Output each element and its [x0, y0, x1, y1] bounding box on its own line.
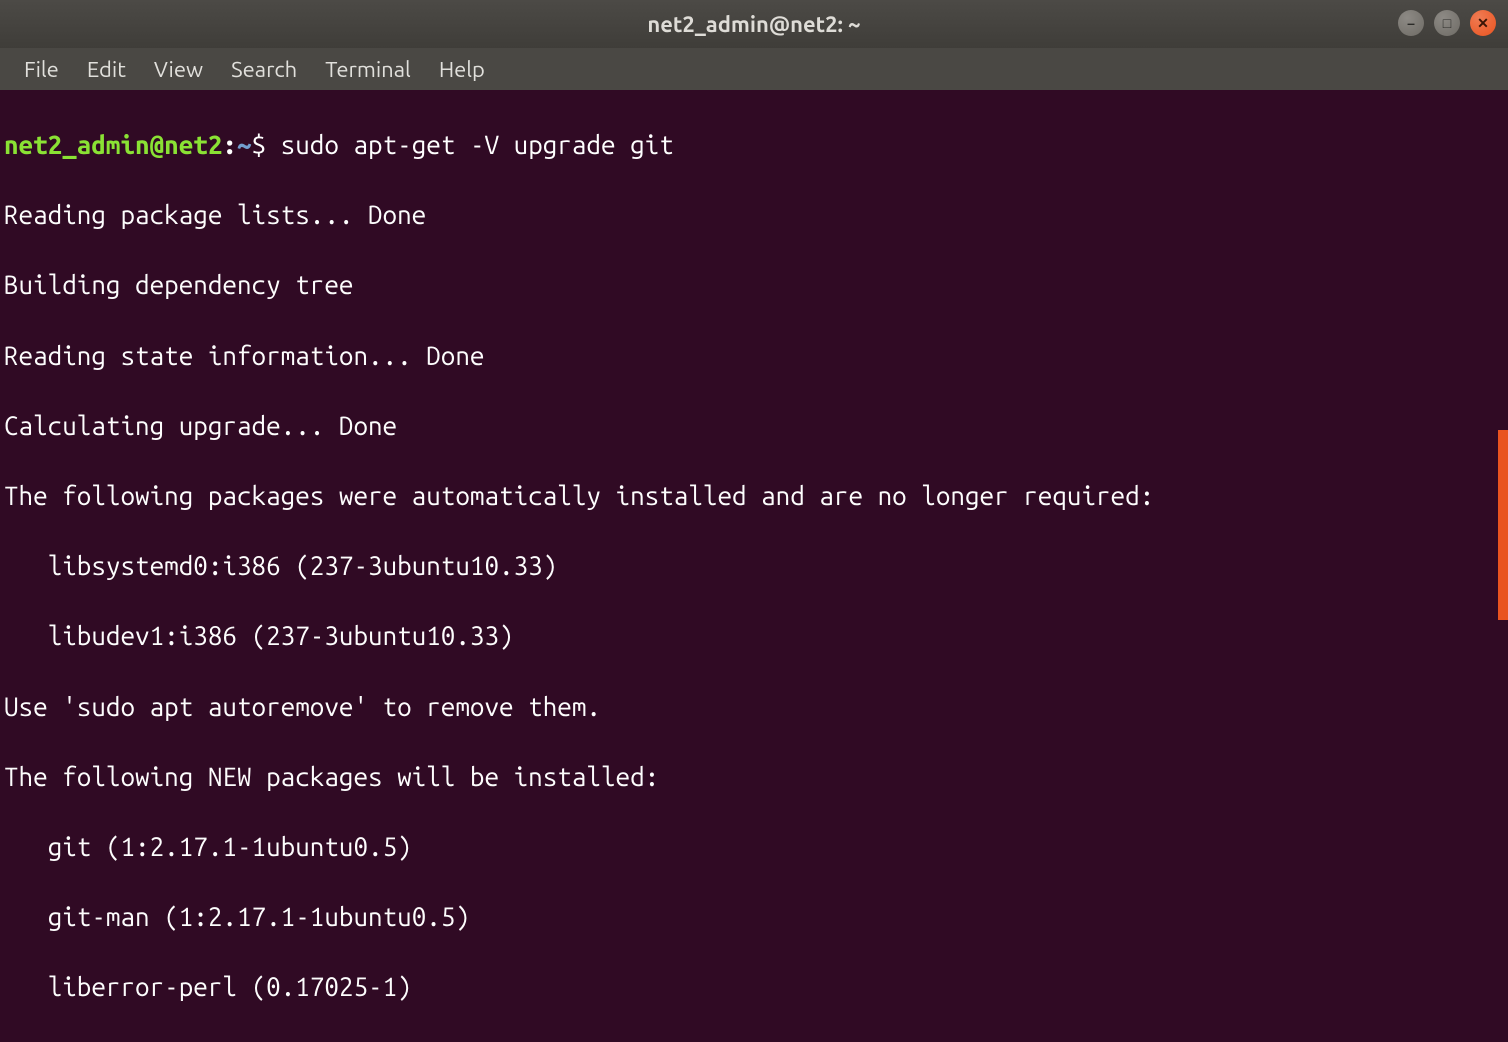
output-line: Calculating upgrade... Done	[4, 408, 1506, 443]
output-line: Use 'sudo apt autoremove' to remove them…	[4, 689, 1506, 724]
window-title: net2_admin@net2: ~	[647, 12, 860, 37]
prompt-colon: :	[222, 130, 237, 159]
close-icon: ✕	[1477, 16, 1489, 30]
prompt-path: ~	[237, 130, 252, 159]
maximize-icon: □	[1443, 16, 1451, 30]
prompt-sigil: $	[252, 130, 267, 159]
maximize-button[interactable]: □	[1434, 10, 1460, 36]
output-line: libudev1:i386 (237-3ubuntu10.33)	[4, 618, 1506, 653]
scrollbar-thumb[interactable]	[1498, 430, 1508, 620]
prompt-user: net2_admin	[4, 130, 150, 159]
prompt-line: net2_admin@net2:~$ sudo apt-get -V upgra…	[4, 127, 1506, 162]
menu-terminal[interactable]: Terminal	[311, 51, 425, 88]
titlebar[interactable]: net2_admin@net2: ~ – □ ✕	[0, 0, 1508, 48]
output-line: git-man (1:2.17.1-1ubuntu0.5)	[4, 899, 1506, 934]
window-controls: – □ ✕	[1398, 10, 1496, 36]
output-line: libsystemd0:i386 (237-3ubuntu10.33)	[4, 548, 1506, 583]
menubar: File Edit View Search Terminal Help	[0, 48, 1508, 90]
minimize-button[interactable]: –	[1398, 10, 1424, 36]
output-line: Reading package lists... Done	[4, 197, 1506, 232]
terminal-output[interactable]: net2_admin@net2:~$ sudo apt-get -V upgra…	[0, 90, 1508, 1042]
menu-edit[interactable]: Edit	[73, 51, 140, 88]
menu-file[interactable]: File	[10, 51, 73, 88]
menu-view[interactable]: View	[140, 51, 217, 88]
prompt-at: @	[150, 130, 165, 159]
output-line: The following packages were automaticall…	[4, 478, 1506, 513]
prompt-host: net2	[164, 130, 222, 159]
terminal-window: net2_admin@net2: ~ – □ ✕ File Edit View …	[0, 0, 1508, 1042]
output-line: git (1:2.17.1-1ubuntu0.5)	[4, 829, 1506, 864]
close-button[interactable]: ✕	[1470, 10, 1496, 36]
minimize-icon: –	[1407, 16, 1415, 30]
output-line: Building dependency tree	[4, 267, 1506, 302]
output-line: The following NEW packages will be insta…	[4, 759, 1506, 794]
menu-search[interactable]: Search	[217, 51, 311, 88]
menu-help[interactable]: Help	[425, 51, 499, 88]
prompt-command: sudo apt-get -V upgrade git	[281, 130, 674, 159]
output-line: liberror-perl (0.17025-1)	[4, 969, 1506, 1004]
output-line: Reading state information... Done	[4, 338, 1506, 373]
